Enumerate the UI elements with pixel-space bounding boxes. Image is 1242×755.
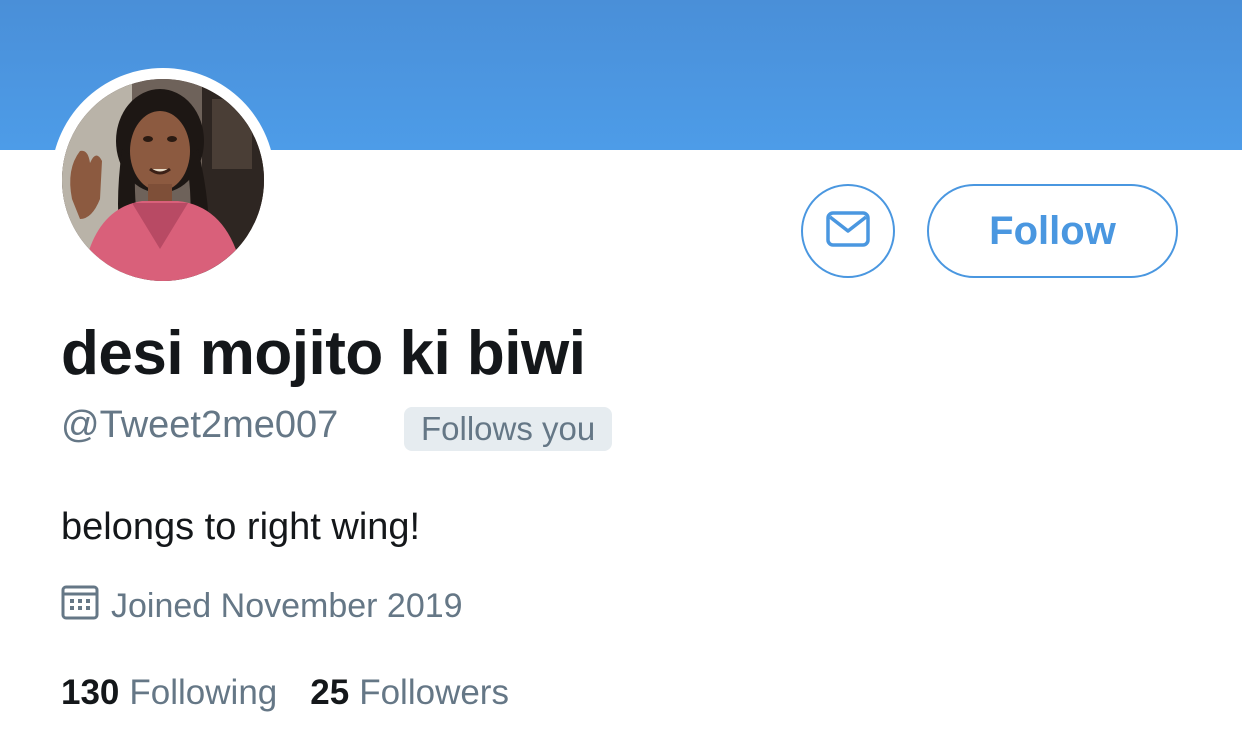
following-link[interactable]: 130 Following: [61, 673, 277, 713]
calendar-icon: [61, 583, 99, 630]
following-label: Following: [129, 673, 278, 712]
followers-link[interactable]: 25 Followers: [310, 673, 509, 713]
joined-date: Joined November 2019: [61, 584, 463, 628]
envelope-icon: [824, 205, 872, 258]
avatar-image: [62, 79, 264, 281]
followers-label: Followers: [359, 673, 509, 712]
bio: belongs to right wing!: [61, 506, 421, 548]
joined-date-text: Joined November 2019: [111, 586, 463, 625]
message-button[interactable]: [801, 184, 895, 278]
display-name: desi mojito ki biwi: [61, 319, 586, 388]
follow-button[interactable]: Follow: [927, 184, 1178, 278]
follow-stats: 130 Following 25 Followers: [61, 670, 509, 716]
follows-you-badge: Follows you: [404, 407, 613, 451]
followers-count: 25: [310, 673, 350, 712]
following-count: 130: [61, 673, 120, 712]
avatar[interactable]: [62, 79, 264, 281]
user-handle: @Tweet2me007: [61, 404, 339, 446]
